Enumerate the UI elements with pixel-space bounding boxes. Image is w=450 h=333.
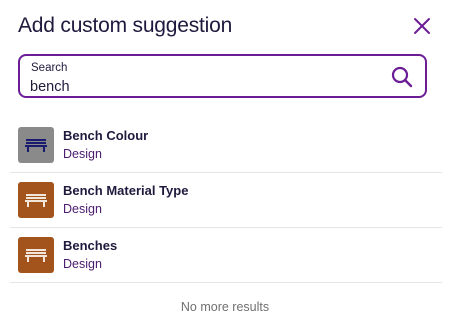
results-list: Bench Colour Design Bench Material Type …	[10, 118, 442, 283]
result-item-bench-colour[interactable]: Bench Colour Design	[10, 118, 442, 173]
result-name: Bench Colour	[63, 128, 149, 143]
search-input[interactable]	[30, 78, 360, 95]
search-field[interactable]: Search	[18, 54, 427, 98]
dialog-title: Add custom suggestion	[18, 14, 233, 37]
bench-icon	[25, 249, 47, 262]
add-custom-suggestion-dialog: Add custom suggestion Search Bench	[0, 0, 450, 333]
close-icon	[414, 18, 430, 34]
close-button[interactable]	[412, 16, 432, 36]
search-icon[interactable]	[391, 66, 413, 88]
result-name: Benches	[63, 238, 118, 253]
result-category: Design	[63, 202, 102, 216]
result-item-bench-material-type[interactable]: Bench Material Type Design	[10, 173, 442, 228]
search-label: Search	[31, 62, 68, 74]
result-category: Design	[63, 257, 102, 271]
result-category: Design	[63, 147, 102, 161]
result-thumbnail	[18, 127, 54, 163]
bench-icon	[25, 139, 47, 152]
bench-icon	[25, 194, 47, 207]
result-thumbnail	[18, 237, 54, 273]
result-item-benches[interactable]: Benches Design	[10, 228, 442, 283]
no-more-results: No more results	[180, 300, 270, 314]
result-thumbnail	[18, 182, 54, 218]
result-name: Bench Material Type	[63, 183, 189, 198]
